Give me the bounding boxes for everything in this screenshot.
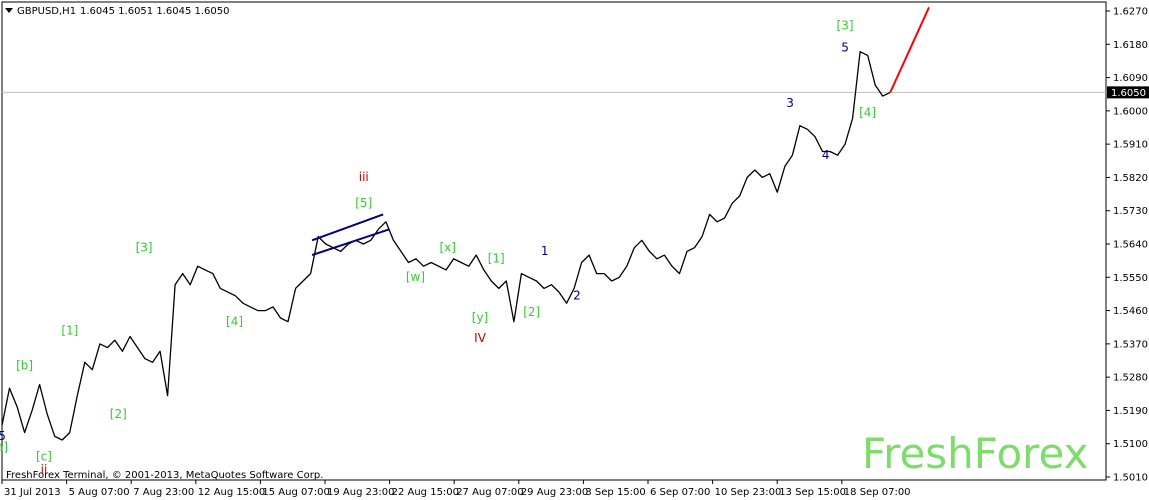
- x-tick-label: 29 Aug 23:00: [521, 487, 588, 498]
- wave-label: IV: [474, 331, 487, 345]
- wave-label: 4: [822, 148, 830, 162]
- wave-label: 5: [0, 429, 6, 443]
- y-tick-label: 1.5010: [1113, 473, 1148, 484]
- ohlc-values: 1.6045 1.6051 1.6045 1.6050: [80, 6, 230, 17]
- wave-label: [4]: [859, 105, 876, 119]
- wave-label: [c]: [36, 449, 52, 463]
- wave-label: 5: [841, 41, 849, 55]
- x-tick-label: 27 Aug 07:00: [456, 487, 523, 498]
- chart-menu-arrow-icon[interactable]: [5, 8, 13, 13]
- y-axis: 1.6270 1.6180 1.6090 1.6000 1.5910 1.5820 1.57…: [1106, 7, 1148, 484]
- y-tick-label: 1.6090: [1113, 73, 1148, 84]
- y-tick-label: 1.5730: [1113, 206, 1148, 217]
- channel-upper-line: [311, 213, 384, 242]
- y-tick-label: 1.5370: [1113, 339, 1148, 350]
- wave-label: [3]: [136, 240, 153, 254]
- wave-label: 1: [541, 244, 549, 258]
- trend-channel: [311, 213, 390, 257]
- copyright-text: FreshForex Terminal, © 2001-2013, MetaQu…: [6, 470, 323, 481]
- x-tick-label: 13 Sep 15:00: [779, 487, 846, 498]
- wave-labels: [3][1][b][2][c]iia]5[4]iii[5][w][x][y]IV…: [0, 18, 876, 476]
- plot-area: [1, 1, 1107, 481]
- wave-label: [y]: [472, 311, 488, 325]
- x-tick-label: 18 Sep 07:00: [844, 487, 911, 498]
- symbol-label: GBPUSD,H1: [17, 6, 76, 17]
- y-tick-label: 1.6270: [1113, 7, 1148, 18]
- x-tick-label: 7 Aug 23:00: [133, 487, 194, 498]
- price-chart[interactable]: 1.6270 1.6180 1.6090 1.6000 1.5910 1.5820 1.57…: [0, 0, 1149, 500]
- wave-label: [5]: [355, 196, 372, 210]
- forecast-line-segment: [889, 6, 930, 93]
- wave-label: [3]: [837, 18, 854, 32]
- x-tick-label: 3 Sep 15:00: [585, 487, 645, 498]
- x-tick-label: 5 Aug 07:00: [69, 487, 130, 498]
- wave-label: [w]: [406, 270, 425, 284]
- x-axis: 31 Jul 2013 5 Aug 07:00 7 Aug 23:00 12 Aug …: [1, 480, 911, 498]
- wave-label: [2]: [110, 407, 127, 421]
- wave-label: [4]: [226, 314, 243, 328]
- x-tick-label: 10 Sep 23:00: [715, 487, 782, 498]
- current-price-label: 1.6050: [1111, 88, 1146, 99]
- y-tick-label: 1.5190: [1113, 406, 1148, 417]
- x-tick-label: 12 Aug 15:00: [198, 487, 265, 498]
- wave-label: [1]: [61, 324, 78, 338]
- wave-label: [1]: [488, 251, 505, 265]
- x-tick-label: 31 Jul 2013: [4, 487, 61, 498]
- wave-label: [b]: [16, 359, 33, 373]
- wave-label: iii: [359, 170, 369, 184]
- wave-label: [x]: [440, 240, 456, 254]
- y-tick-label: 1.5460: [1113, 306, 1148, 317]
- wave-label: [2]: [523, 305, 540, 319]
- x-tick-label: 6 Sep 07:00: [650, 487, 710, 498]
- y-tick-label: 1.6180: [1113, 40, 1148, 51]
- x-tick-label: 15 Aug 07:00: [262, 487, 329, 498]
- chart-frame: 1.6270 1.6180 1.6090 1.6000 1.5910 1.5820 1.57…: [0, 0, 1149, 500]
- y-tick-label: 1.6000: [1113, 106, 1148, 117]
- y-tick-label: 1.5820: [1113, 173, 1148, 184]
- wave-label: 3: [786, 96, 794, 110]
- y-tick-label: 1.5640: [1113, 240, 1148, 251]
- forecast-line: [889, 6, 930, 93]
- y-tick-label: 1.5550: [1113, 273, 1148, 284]
- watermark-logo: FreshForex: [862, 429, 1088, 478]
- x-tick-label: 19 Aug 23:00: [327, 487, 394, 498]
- y-tick-label: 1.5280: [1113, 373, 1148, 384]
- wave-label: 2: [573, 288, 581, 302]
- current-price-marker: 1.6050: [2, 86, 1149, 99]
- y-tick-label: 1.5910: [1113, 140, 1148, 151]
- y-tick-label: 1.5100: [1113, 439, 1148, 450]
- x-tick-label: 22 Aug 15:00: [392, 487, 459, 498]
